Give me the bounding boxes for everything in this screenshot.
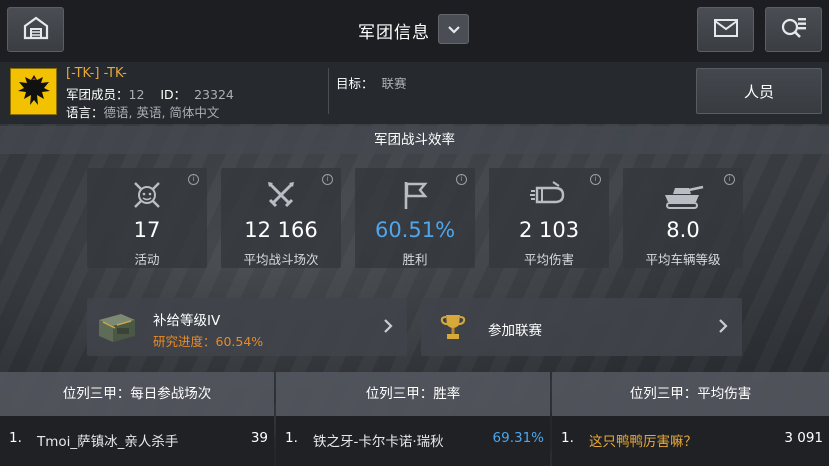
stat-card-avg-damage: i 2 103 平均伤害 [489,168,609,268]
id-label: ID： [160,87,187,102]
leaderboard-row[interactable]: 1. 铁之牙-卡尔卡诺·瑞秋 69.31% [276,416,550,466]
leaderboard-row[interactable]: 1. 这只鸭鸭厉害嘛？ 3 091 [552,416,829,466]
search-list-icon [779,15,809,45]
stat-label: 胜利 [402,252,428,267]
info-icon[interactable]: i [456,174,467,185]
player-name: Tmoi_萨镇冰_亲人杀手 [37,434,179,450]
crossed-swords-icon [264,178,298,212]
language-label: 语言： [66,105,104,120]
player-name: 铁之牙-卡尔卡诺·瑞秋 [313,434,444,450]
info-icon[interactable]: i [724,174,735,185]
stat-card-avg-battles: i 12 166 平均战斗场次 [221,168,341,268]
rank-number: 1. [285,430,298,446]
stat-value: 17 [133,218,161,242]
player-value: 69.31% [492,430,544,446]
leaderboard-row[interactable]: 1. Tmoi_萨镇冰_亲人杀手 39 [0,416,274,466]
stat-card-win-rate: i 60.51% 胜利 [355,168,475,268]
clan-members-line: 军团成员：12 ID： 23324 [66,84,234,103]
hangar-icon [23,16,49,44]
language-value: 德语, 英语, 简体中文 [103,105,220,120]
clan-search-button[interactable] [765,7,822,52]
stat-label: 活动 [134,252,160,267]
home-button[interactable] [7,7,64,52]
members-button[interactable]: 人员 [696,68,822,114]
stat-value: 60.51% [374,218,456,242]
info-icon[interactable]: i [188,174,199,185]
supply-crate-icon [95,308,139,350]
eagle-icon [16,71,52,113]
player-name: 这只鸭鸭厉害嘛？ [589,434,697,450]
top-bar: 军团信息 [0,0,829,62]
clan-target: 目标： 联赛 [336,73,406,92]
target-label: 目标： [336,76,374,91]
target-value: 联赛 [381,76,407,91]
supply-level-button[interactable]: 补给等级IV 研究进度：60.54% [87,298,407,356]
research-progress: 研究进度：60.54% [153,334,264,349]
clan-name: [-TK-] -TK- [66,66,127,81]
members-count: 12 [128,87,145,102]
stat-value: 2 103 [518,218,580,242]
chevron-right-icon [718,318,728,338]
player-value: 39 [250,430,268,446]
join-league-button[interactable]: 参加联赛 [421,298,742,356]
rank-number: 1. [9,430,22,446]
join-league-label: 参加联赛 [488,323,542,339]
members-label: 军团成员： [66,87,129,102]
page-title: 军团信息 [358,23,430,43]
section-title: 军团战斗效率 [0,126,829,154]
clan-language-line: 语言：德语, 英语, 简体中文 [66,102,219,121]
stat-card-activity: i 17 活动 [87,168,207,268]
mail-button[interactable] [697,7,754,52]
leaderboard-avg-damage-header: 位列三甲：平均伤害 [552,372,829,416]
stat-label: 平均战斗场次 [243,252,319,267]
leaderboard-daily-battles-header: 位列三甲：每日参战场次 [0,372,274,416]
supply-level-title: 补给等级IV [153,313,221,329]
shell-damage-icon [529,178,569,212]
stat-label: 平均车辆等级 [645,252,721,267]
envelope-icon [713,18,739,42]
rank-number: 1. [561,430,574,446]
info-icon[interactable]: i [590,174,601,185]
activity-icon [130,178,164,212]
stat-value: 8.0 [666,218,700,242]
player-value: 3 091 [784,430,823,446]
clan-info-bar: [-TK-] -TK- 军团成员：12 ID： 23324 语言：德语, 英语,… [0,62,829,124]
id-value: 23324 [194,87,234,102]
info-icon[interactable]: i [322,174,333,185]
divider [328,68,329,114]
tank-icon [661,178,705,212]
stat-value: 12 166 [244,218,318,242]
clan-emblem [10,68,57,115]
trophy-icon [439,312,467,346]
leaderboard-win-rate-header: 位列三甲：胜率 [276,372,550,416]
stat-card-avg-tier: i 8.0 平均车辆等级 [623,168,743,268]
stat-label: 平均伤害 [523,252,574,267]
title-dropdown-button[interactable] [438,14,469,44]
chevron-down-icon [447,20,461,39]
flag-icon [398,178,432,212]
chevron-right-icon [383,318,393,338]
